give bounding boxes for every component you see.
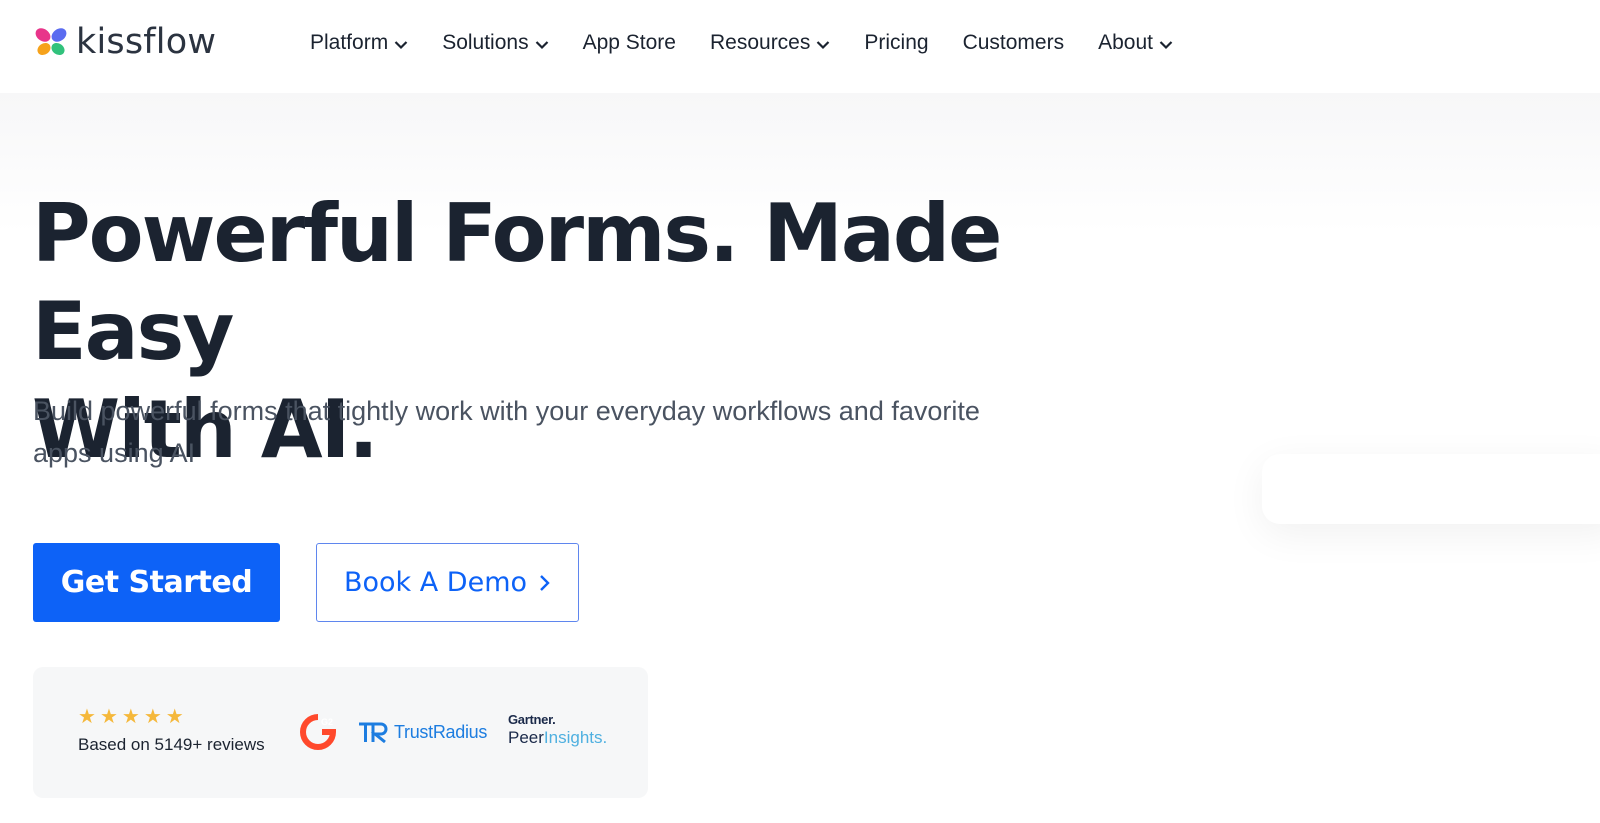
trustradius-logo: TrustRadius <box>358 720 487 744</box>
trustradius-mark-icon <box>359 722 388 744</box>
nav-item-label: Solutions <box>442 31 529 54</box>
nav-item-label: About <box>1098 31 1153 54</box>
nav-item-platform[interactable]: Platform <box>310 26 408 60</box>
chevron-down-icon <box>1159 40 1173 49</box>
nav-item-about[interactable]: About <box>1098 26 1173 60</box>
book-demo-label: Book A Demo <box>343 567 528 598</box>
top-navigation-bar: kissflow Platform Solutions App Store Re… <box>0 0 1600 93</box>
chevron-down-icon <box>394 40 408 49</box>
star-icon: ★ <box>143 706 162 728</box>
hero-headline-line-1: Powerful Forms. Made Easy <box>32 187 1002 378</box>
chevron-down-icon <box>817 40 830 49</box>
reviews-count: Based on 5149+ reviews <box>78 735 265 754</box>
star-icon: ★ <box>165 706 184 728</box>
nav-item-label: Pricing <box>864 31 929 54</box>
nav-item-solutions[interactable]: Solutions <box>442 26 548 60</box>
nav-item-label: Resources <box>709 31 811 54</box>
floating-card <box>1262 454 1600 524</box>
nav-item-resources[interactable]: Resources <box>710 26 830 60</box>
hero-subtext-line-2: apps using AI <box>33 438 196 468</box>
hero-subtext-line-1: Build powerful forms that tightly work w… <box>33 396 980 426</box>
peer-insights-wordmark: PeerInsights. <box>508 729 607 747</box>
star-icon: ★ <box>78 706 96 728</box>
nav-item-pricing[interactable]: Pricing <box>864 26 928 60</box>
kissflow-logo[interactable]: kissflow <box>34 22 216 62</box>
nav-item-customers[interactable]: Customers <box>963 26 1065 60</box>
nav-item-app-store[interactable]: App Store <box>583 26 676 60</box>
chevron-right-icon <box>540 574 550 591</box>
nav-item-label: Platform <box>310 31 389 54</box>
chevron-down-icon <box>535 40 548 49</box>
nav-item-label: App Store <box>582 31 676 54</box>
gartner-peer-insights-logo: Gartner. PeerInsights. <box>508 711 607 747</box>
kissflow-logo-mark-icon <box>35 28 67 56</box>
book-demo-button[interactable]: Book A Demo <box>316 543 579 622</box>
peer-word: Peer <box>508 728 544 747</box>
star-icon: ★ <box>99 706 118 728</box>
get-started-button[interactable]: Get Started <box>33 543 280 622</box>
hero-subtext: Build powerful forms that tightly work w… <box>33 390 1103 474</box>
svg-text:G2: G2 <box>321 717 333 727</box>
insights-word: Insights. <box>543 728 608 747</box>
star-icon: ★ <box>121 706 140 728</box>
brand-name: kissflow <box>76 22 217 62</box>
main-nav: Platform Solutions App Store Resources P… <box>310 26 1207 60</box>
reviews-panel: ★ ★ ★ ★ ★ Based on 5149+ reviews G2 Trus… <box>33 667 648 798</box>
trustradius-wordmark: TrustRadius <box>394 721 488 742</box>
g2-logo: G2 <box>300 714 336 750</box>
gartner-wordmark: Gartner. <box>508 712 556 727</box>
rating-stars: ★ ★ ★ ★ ★ <box>78 707 184 727</box>
nav-item-label: Customers <box>962 31 1065 54</box>
